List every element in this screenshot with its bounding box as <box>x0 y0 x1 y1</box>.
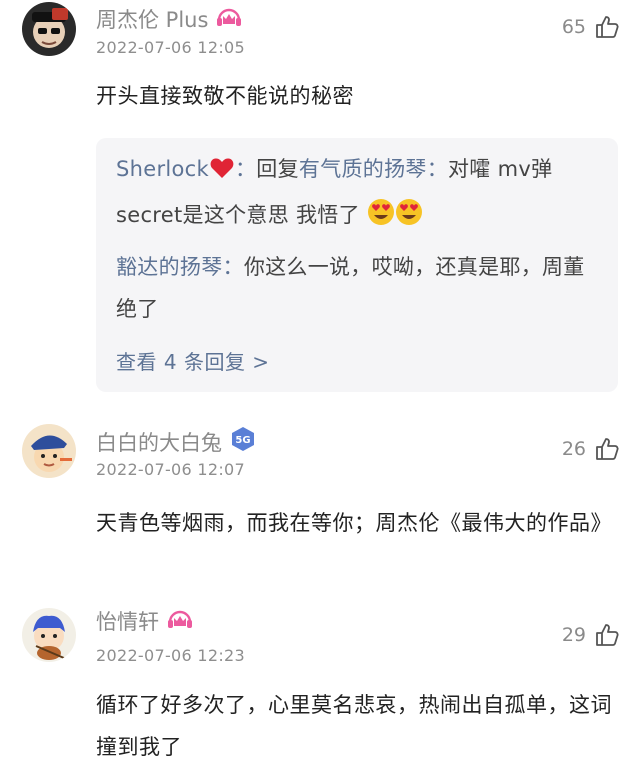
reply-author-suffix: ： <box>234 157 257 181</box>
thumbs-up-icon <box>596 16 619 38</box>
reply-box[interactable]: Sherlock ：回复有气质的扬琴：对嚯 mv弹secret是这个意思 我悟了 … <box>96 138 618 392</box>
view-more-replies-link[interactable]: 查看 4 条回复 > <box>116 346 270 375</box>
comment-text: 天青色等烟雨，而我在等你；周杰伦《最伟大的作品》 <box>96 511 612 535</box>
reply-to-user[interactable]: 有气质的扬琴 <box>299 157 427 181</box>
avatar[interactable] <box>22 424 76 478</box>
svg-text:5G: 5G <box>235 435 250 446</box>
like-count: 65 <box>561 16 586 38</box>
timestamp: 2022-07-06 12:05 <box>96 38 245 57</box>
heart-eyes-emoji-icon <box>395 198 423 240</box>
thumbs-up-icon <box>596 624 619 646</box>
username[interactable]: 怡情轩 <box>96 606 193 636</box>
username-text[interactable]: 周杰伦 Plus <box>96 4 208 34</box>
like-button[interactable]: 26 <box>562 436 620 462</box>
crown-headphones-badge-icon <box>216 5 242 34</box>
like-button[interactable]: 65 <box>562 14 620 40</box>
reply-item: Sherlock ：回复有气质的扬琴：对嚯 mv弹secret是这个意思 我悟了 <box>116 148 602 240</box>
comment-item: 白白的大白兔 5G 2022-07-06 12:07 26 天青色等烟雨，而我在… <box>0 418 640 588</box>
reply-author-suffix: ： <box>222 255 244 279</box>
comment-text: 开头直接致敬不能说的秘密 <box>96 84 354 108</box>
username[interactable]: 周杰伦 Plus <box>96 4 242 34</box>
red-heart-icon <box>209 152 235 194</box>
comment-text: 循环了好多次了，心里莫名悲哀，热闹出自孤单，这词撞到我了 <box>96 693 612 759</box>
comment-item: 怡情轩 2022-07-06 12:23 29 循环了好多次了，心里莫名悲哀，热… <box>0 598 640 769</box>
timestamp: 2022-07-06 12:07 <box>96 460 245 479</box>
avatar[interactable] <box>22 2 76 56</box>
like-count: 26 <box>561 438 586 460</box>
reply-prefix: 回复 <box>256 157 299 181</box>
username-text[interactable]: 白白的大白兔 <box>96 427 222 457</box>
5g-badge-icon: 5G <box>230 426 256 457</box>
reply-author[interactable]: 豁达的扬琴 <box>116 255 223 279</box>
timestamp: 2022-07-06 12:23 <box>96 646 245 665</box>
crown-headphones-badge-icon <box>167 607 193 636</box>
username-text[interactable]: 怡情轩 <box>96 606 159 636</box>
thumbs-up-icon <box>596 438 619 460</box>
like-button[interactable]: 29 <box>562 622 620 648</box>
reply-item: 豁达的扬琴：你这么一说，哎呦，还真是耶，周董绝了 <box>116 246 602 330</box>
reply-author[interactable]: Sherlock <box>116 157 209 181</box>
username[interactable]: 白白的大白兔 5G <box>96 426 256 457</box>
like-count: 29 <box>561 624 586 646</box>
avatar[interactable] <box>22 608 76 662</box>
heart-eyes-emoji-icon <box>367 198 395 240</box>
reply-to-suffix: ： <box>426 157 449 181</box>
comment-item: 周杰伦 Plus 2022-07-06 12:05 65 开头直接致敬不能说的秘… <box>0 0 640 400</box>
